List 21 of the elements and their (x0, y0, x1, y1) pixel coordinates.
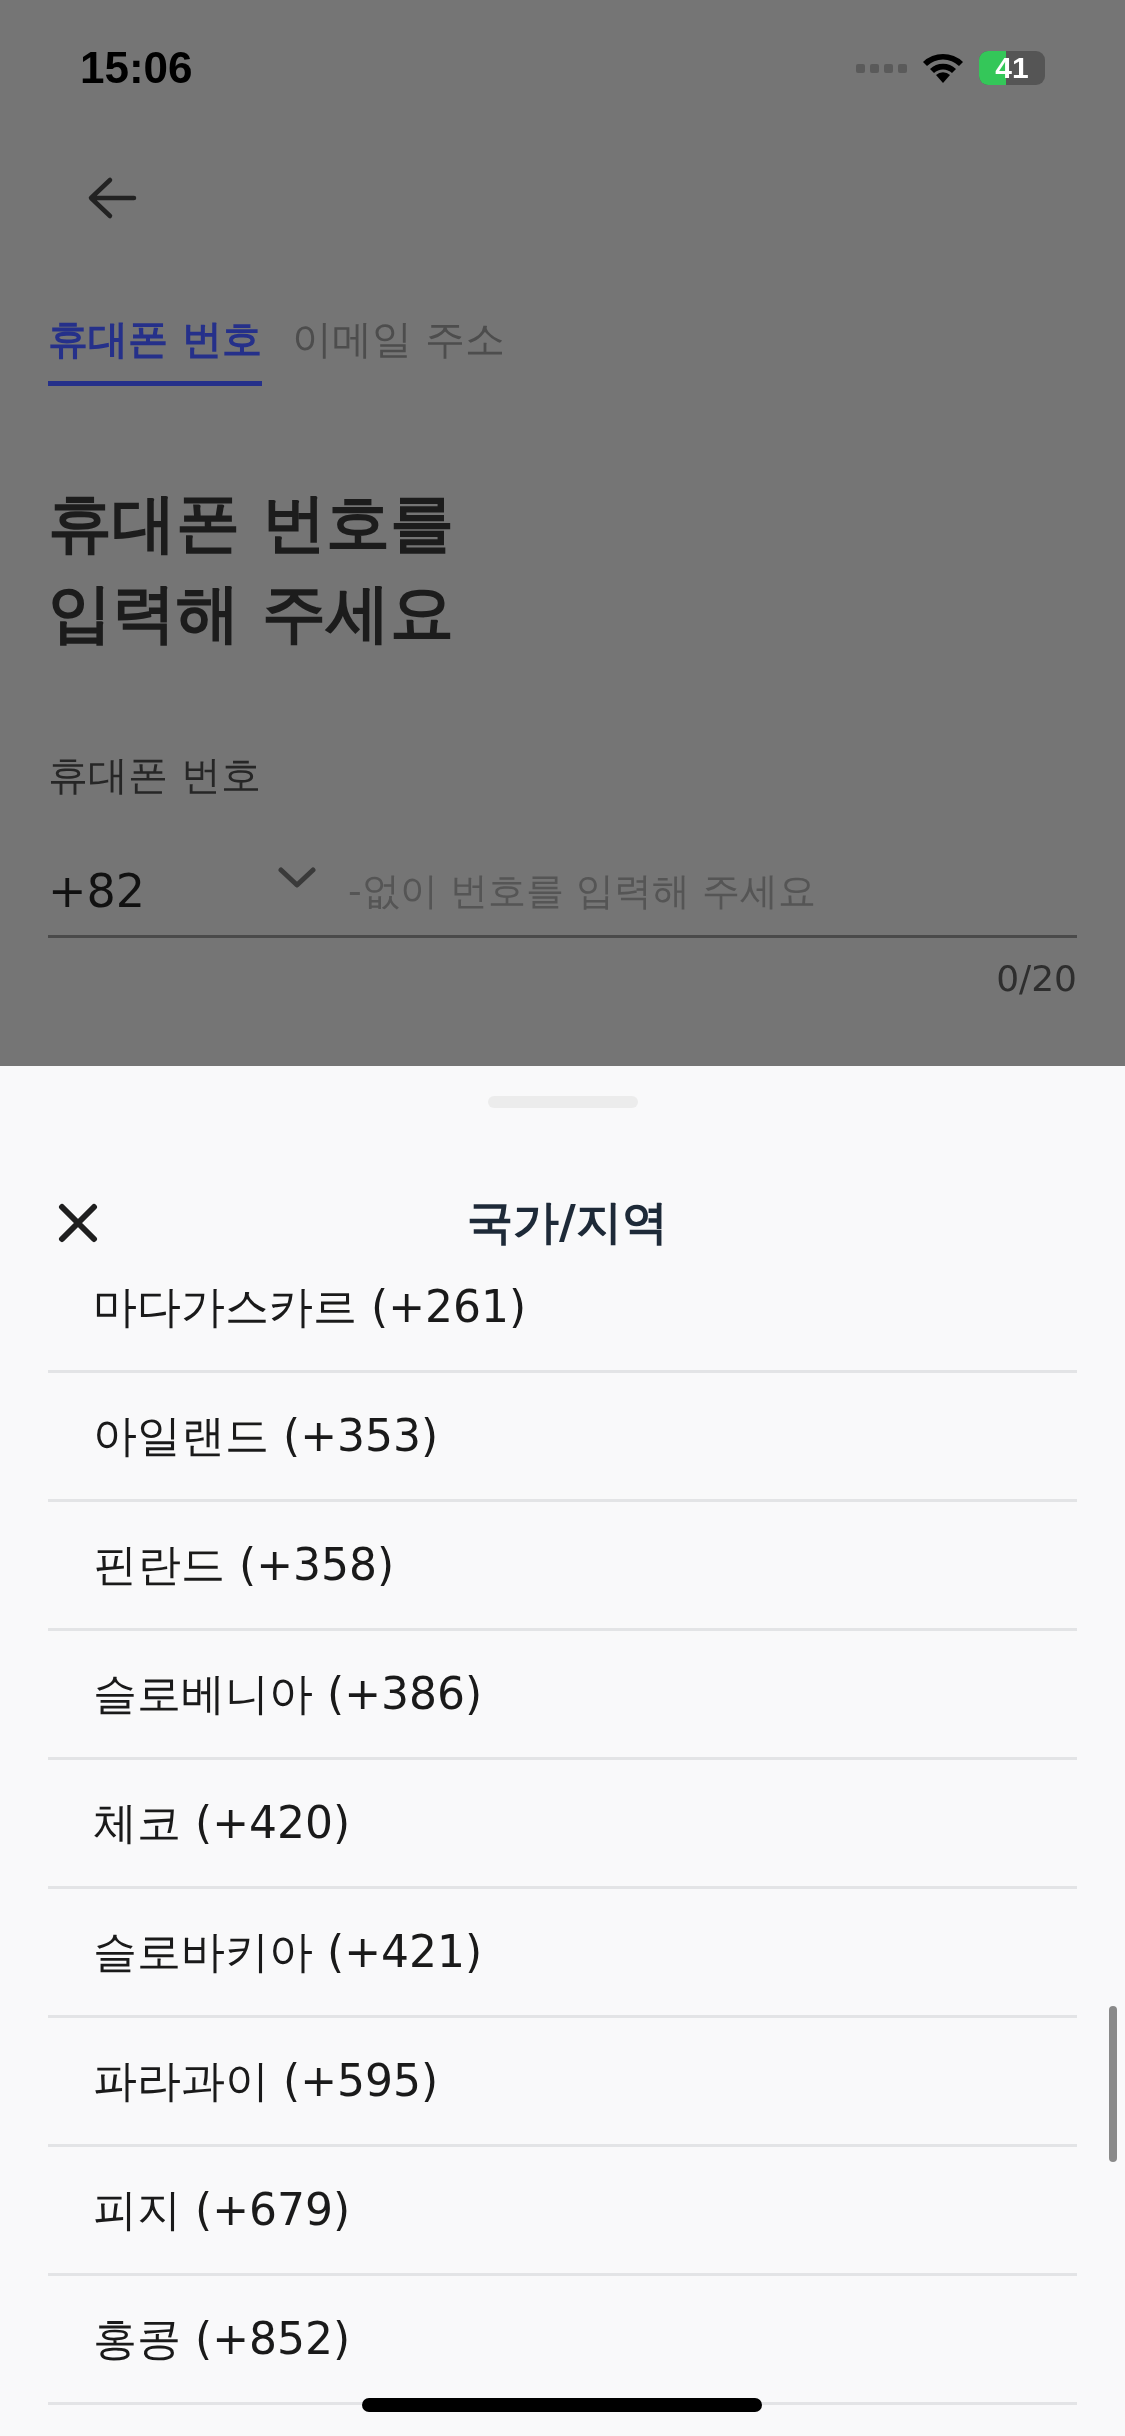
country-item[interactable]: 파라과이 (+595) (48, 2018, 1077, 2147)
wifi-icon (921, 51, 965, 85)
country-item[interactable]: 핀란드 (+358) (48, 1502, 1077, 1631)
country-code-dropdown[interactable]: +82 (48, 864, 348, 918)
home-indicator[interactable] (362, 2398, 762, 2412)
country-item[interactable]: 마다가스카르 (+261) (48, 1288, 1077, 1373)
country-item[interactable]: 피지 (+679) (48, 2147, 1077, 2276)
chevron-down-icon (278, 867, 316, 889)
country-item[interactable]: 체코 (+420) (48, 1760, 1077, 1889)
back-arrow-icon[interactable] (86, 176, 138, 220)
clock: 15:06 (80, 43, 193, 93)
character-counter: 0/20 (996, 958, 1077, 999)
country-item[interactable]: 아일랜드 (+353) (48, 1373, 1077, 1502)
close-icon[interactable] (58, 1203, 98, 1243)
sheet-title: 국가/지역 (467, 1194, 668, 1251)
scrollbar[interactable] (1109, 2006, 1117, 2162)
country-item[interactable]: 슬로베니아 (+386) (48, 1631, 1077, 1760)
page-heading: 휴대폰 번호를 입력해 주세요 (48, 485, 456, 652)
signal-icon (856, 63, 907, 73)
field-label: 휴대폰 번호 (48, 751, 262, 800)
country-item[interactable]: 슬로바키아 (+421) (48, 1889, 1077, 2018)
